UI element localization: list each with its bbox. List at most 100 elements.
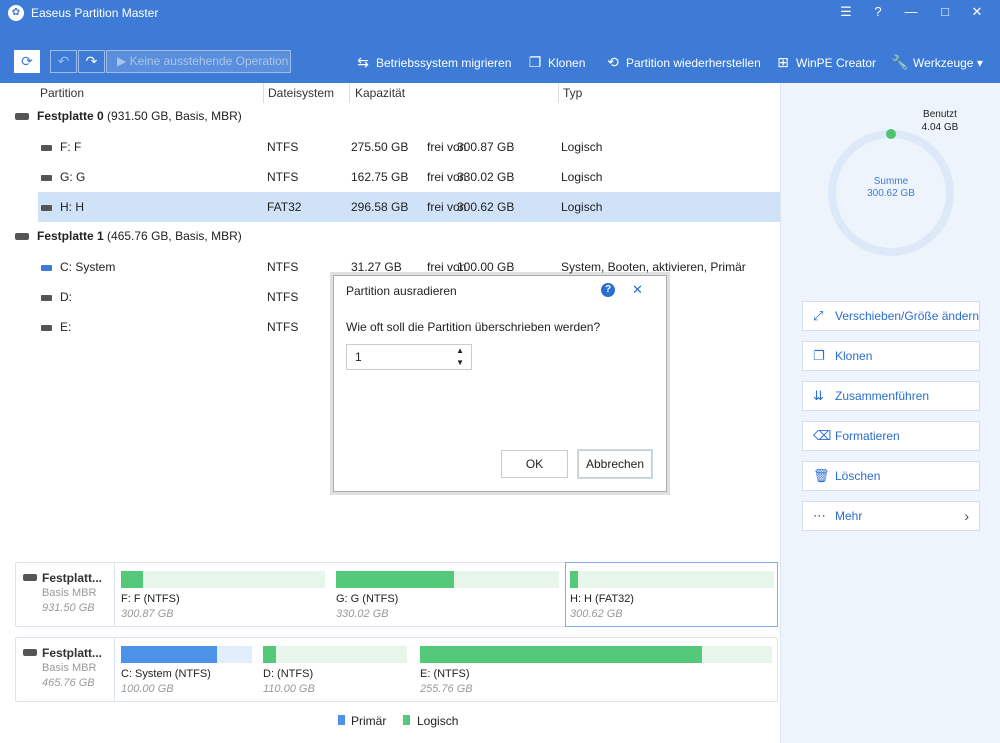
menu-icon[interactable]: ☰ — [835, 3, 857, 21]
windows-partition-icon — [41, 264, 52, 271]
close-button[interactable]: ✕ — [966, 3, 988, 21]
disk-map-type: Basis MBR — [42, 662, 97, 674]
sum-value: 300.62 GB — [867, 188, 915, 199]
cancel-button[interactable]: Abbrechen — [578, 450, 652, 478]
partition-free: 275.50 GB — [351, 140, 409, 154]
action-label: Klonen — [835, 349, 873, 363]
usage-bar — [263, 646, 407, 663]
clone-button[interactable]: ❐ Klonen — [526, 52, 586, 72]
partition-name: G: G — [60, 170, 86, 184]
partition-block-label: H: H (FAT32) — [570, 593, 634, 605]
partition-block-label: G: G (NTFS) — [336, 593, 399, 605]
clone-partition-button[interactable]: ❐ Klonen — [802, 341, 980, 371]
partition-block-label: E: (NTFS) — [420, 668, 470, 680]
maximize-button[interactable]: □ — [934, 3, 956, 21]
partition-row-selected[interactable]: H: H FAT32 296.58 GB frei von 300.62 GB … — [38, 192, 780, 222]
partition-fs: NTFS — [267, 320, 299, 334]
partition-block-label: D: (NTFS) — [263, 668, 314, 680]
redo-button[interactable]: ↷ — [78, 50, 105, 73]
chevron-right-icon: › — [964, 508, 969, 524]
disk-row[interactable]: Festplatte 0 (931.50 GB, Basis, MBR) — [15, 101, 242, 131]
partition-total: 300.62 GB — [457, 200, 515, 214]
chevron-down-icon: ▾ — [976, 56, 983, 70]
partition-total: 330.02 GB — [457, 170, 515, 184]
partition-icon — [41, 294, 52, 301]
action-label: Zusammenführen — [835, 389, 930, 403]
column-separator — [558, 83, 559, 103]
merge-button[interactable]: ⇊ Zusammenführen — [802, 381, 980, 411]
partition-fs: NTFS — [267, 290, 299, 304]
close-icon[interactable]: ✕ — [632, 282, 643, 298]
partition-block[interactable]: D: (NTFS) 110.00 GB — [259, 638, 409, 700]
usage-bar — [336, 571, 559, 588]
used-marker — [886, 129, 896, 139]
column-type[interactable]: Typ — [563, 86, 582, 100]
dialog-title: Partition ausradieren — [346, 284, 457, 298]
help-icon[interactable]: ? — [601, 283, 615, 297]
partition-name: E: — [60, 320, 72, 334]
partition-icon — [41, 174, 52, 181]
winpe-creator-button[interactable]: ⊞ WinPE Creator — [774, 52, 876, 72]
action-label: Verschieben/Größe ändern — [835, 309, 980, 323]
app-title: Easeus Partition Master — [31, 6, 159, 20]
minimize-button[interactable]: — — [900, 3, 922, 21]
more-button[interactable]: ⋯ Mehr › — [802, 501, 980, 531]
legend-logical: Logisch — [417, 714, 459, 728]
partition-block[interactable]: G: G (NTFS) 330.02 GB — [332, 563, 560, 625]
partition-type: Logisch — [561, 200, 603, 214]
migrate-icon: ⇆ — [357, 54, 369, 70]
partition-fs: NTFS — [267, 260, 299, 274]
sum-label: Summe — [873, 176, 909, 187]
disk-map-label[interactable]: Festplatt... Basis MBR 931.50 GB — [15, 562, 115, 627]
tools-dropdown[interactable]: 🔧 Werkzeuge ▾ — [891, 52, 983, 72]
partition-name: D: — [60, 290, 72, 304]
resize-move-button[interactable]: ⤢ Verschieben/Größe ändern — [802, 301, 980, 331]
wipe-partition-dialog: Partition ausradieren ? ✕ Wie oft soll d… — [333, 275, 667, 492]
used-label: Benutzt — [923, 109, 957, 120]
format-button[interactable]: ⌫ Formatieren — [802, 421, 980, 451]
more-icon: ⋯ — [813, 508, 826, 523]
partition-block-size: 255.76 GB — [420, 683, 473, 695]
ok-button[interactable]: OK — [501, 450, 568, 478]
partition-row[interactable]: F: F NTFS 275.50 GB frei von 300.87 GB L… — [38, 132, 780, 162]
column-filesystem[interactable]: Dateisystem — [268, 86, 334, 100]
partition-block-size: 110.00 GB — [263, 683, 315, 695]
partition-type: Logisch — [561, 140, 603, 154]
usage-bar-fill — [336, 571, 455, 588]
column-capacity[interactable]: Kapazität — [355, 86, 405, 100]
partition-name: H: H — [60, 200, 84, 214]
legend-logical-swatch — [403, 715, 410, 725]
clone-icon: ❐ — [528, 54, 542, 70]
dialog-question: Wie oft soll die Partition überschrieben… — [346, 320, 601, 334]
recover-partition-button[interactable]: ⟲ Partition wiederherstellen — [604, 52, 761, 72]
delete-button[interactable]: 🗑 Löschen — [802, 461, 980, 491]
partition-block[interactable]: E: (NTFS) 255.76 GB — [416, 638, 774, 700]
clone-label: Klonen — [548, 56, 586, 70]
stepper-arrows-icon[interactable]: ▲ ▼ — [456, 345, 464, 369]
winpe-creator-label: WinPE Creator — [796, 56, 877, 70]
disk-row[interactable]: Festplatte 1 (465.76 GB, Basis, MBR) — [15, 221, 242, 251]
disk-name: Festplatte 0 — [37, 109, 104, 123]
column-separator — [263, 83, 264, 103]
refresh-button[interactable]: ⟳ — [14, 50, 40, 73]
pending-operations-button[interactable]: ▶ Keine ausstehende Operation — [106, 50, 291, 73]
disk-info: (465.76 GB, Basis, MBR) — [107, 229, 242, 243]
partition-block[interactable]: F: F (NTFS) 300.87 GB — [117, 563, 325, 625]
disk-map-name: Festplatt... — [42, 571, 103, 585]
partition-block-selected[interactable]: H: H (FAT32) 300.62 GB — [565, 562, 778, 627]
column-partition[interactable]: Partition — [40, 86, 84, 100]
usage-bar-fill — [570, 571, 579, 588]
recover-icon: ⟲ — [607, 54, 619, 70]
wrench-icon: 🔧 — [891, 54, 909, 70]
action-label: Mehr — [835, 509, 863, 523]
usage-bar — [570, 571, 774, 588]
partition-block[interactable]: C: System (NTFS) 100.00 GB — [117, 638, 255, 700]
partition-fs: NTFS — [267, 140, 299, 154]
disk-map-label[interactable]: Festplatt... Basis MBR 465.76 GB — [15, 637, 115, 702]
partition-row[interactable]: G: G NTFS 162.75 GB frei von 330.02 GB L… — [38, 162, 780, 192]
stepper-value: 1 — [355, 350, 362, 364]
migrate-os-button[interactable]: ⇆ Betriebssystem migrieren — [354, 52, 511, 72]
overwrite-count-stepper[interactable]: 1 ▲ ▼ — [346, 344, 472, 370]
undo-button[interactable]: ↶ — [50, 50, 77, 73]
help-icon[interactable]: ? — [867, 3, 889, 21]
